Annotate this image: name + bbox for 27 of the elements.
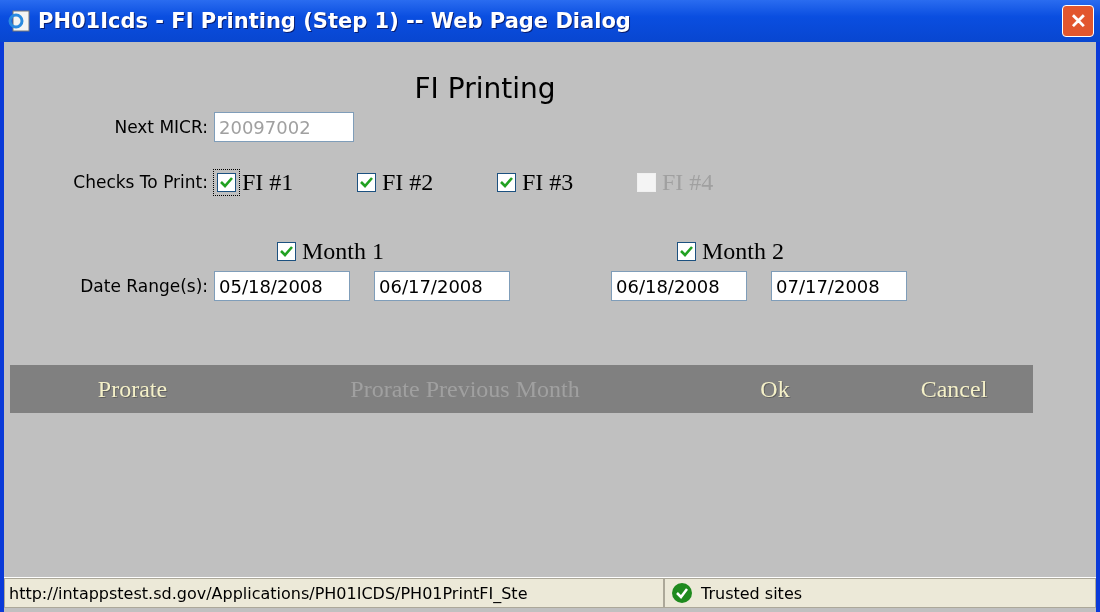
checkbox[interactable] bbox=[217, 172, 236, 192]
status-url: http://intappstest.sd.gov/Applications/PH01ICDS/PH01PrintFI_Ste bbox=[4, 578, 664, 608]
checkbox[interactable] bbox=[497, 172, 516, 192]
field-label: Checks To Print: bbox=[72, 172, 209, 192]
checkbox[interactable] bbox=[357, 172, 376, 192]
close-button[interactable]: ✕ bbox=[1062, 5, 1094, 37]
action-button[interactable]: Prorate bbox=[91, 374, 174, 404]
page-icon bbox=[8, 9, 32, 33]
date-field[interactable]: 06/18/2008 bbox=[611, 271, 747, 301]
date-field[interactable]: 07/17/2008 bbox=[771, 271, 907, 301]
date-field[interactable]: 05/18/2008 bbox=[214, 271, 350, 301]
field-label: Date Range(s): bbox=[79, 276, 209, 296]
checkbox-label: FI #2 bbox=[382, 168, 434, 196]
zone-label: Trusted sites bbox=[701, 583, 803, 603]
action-button[interactable]: Ok bbox=[754, 374, 796, 404]
field-label: Next MICR: bbox=[113, 117, 209, 137]
check-circle-icon bbox=[671, 582, 693, 604]
action-button[interactable]: Cancel bbox=[914, 374, 994, 404]
date-field[interactable]: 06/17/2008 bbox=[374, 271, 510, 301]
checkbox-label: FI #1 bbox=[242, 168, 294, 196]
heading: FI Printing bbox=[413, 72, 557, 105]
checkbox-label: Month 2 bbox=[702, 238, 784, 265]
checkbox-label: Month 1 bbox=[302, 238, 384, 265]
window-title: PH01Icds - FI Printing (Step 1) -- Web Page Dialog bbox=[38, 9, 632, 33]
checkbox-label: FI #3 bbox=[522, 168, 574, 196]
checkbox[interactable] bbox=[277, 242, 296, 261]
checkbox[interactable] bbox=[677, 242, 696, 261]
